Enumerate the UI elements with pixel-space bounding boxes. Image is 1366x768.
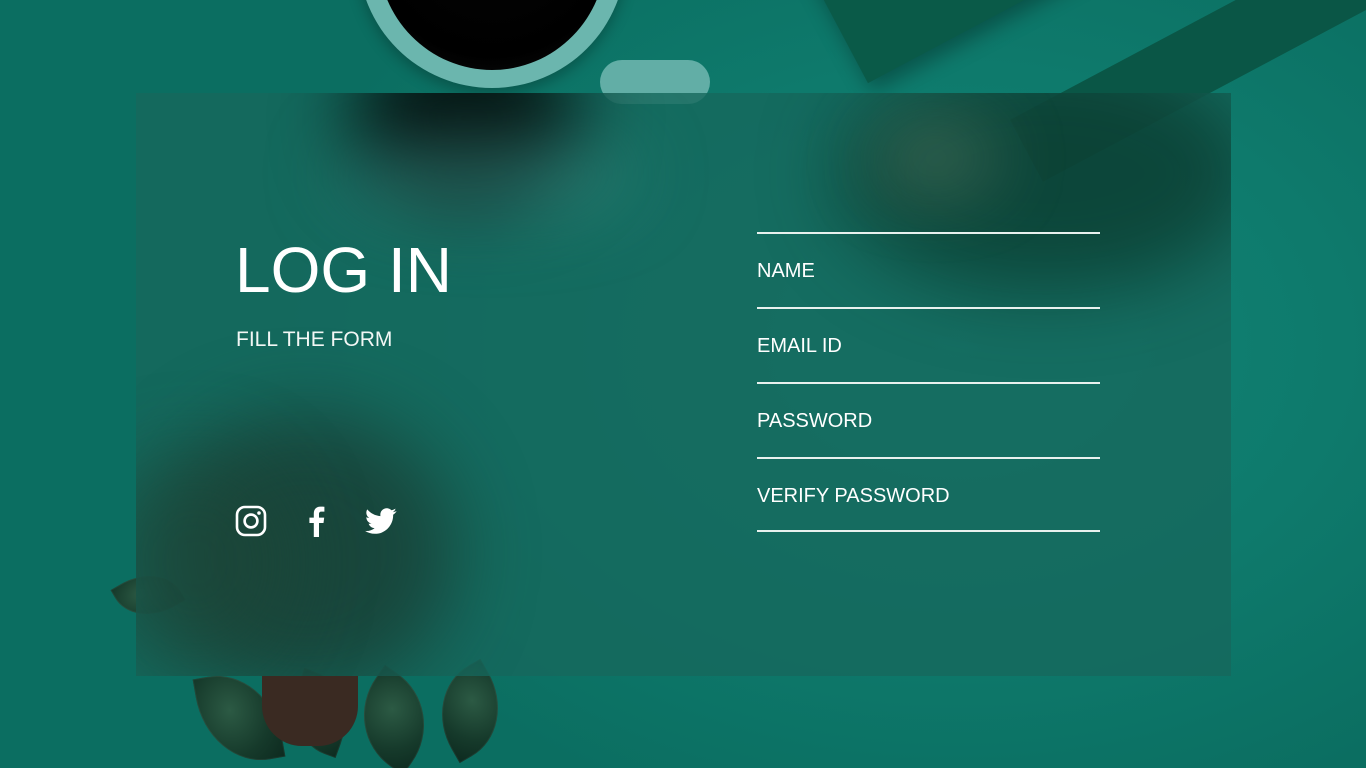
page-subtitle: FILL THE FORM [236,328,393,351]
name-field-row [757,232,1100,307]
instagram-icon[interactable] [235,505,267,537]
blurred-label-shape [876,133,996,183]
plant-pot-decoration [262,676,358,746]
password-field-row [757,382,1100,457]
facebook-icon[interactable] [302,505,332,537]
password-field[interactable] [757,406,1100,436]
email-field-row [757,307,1100,382]
login-form [757,232,1100,532]
social-links [235,505,397,537]
verify-password-field-row [757,457,1100,532]
blurred-mug-rim-shape [336,133,636,213]
login-card: LOG IN FILL THE FORM [136,93,1231,676]
email-field[interactable] [757,331,1100,361]
page-title: LOG IN [235,234,452,306]
twitter-icon[interactable] [365,505,397,537]
verify-password-field[interactable] [757,481,1100,511]
name-field[interactable] [757,256,1100,286]
